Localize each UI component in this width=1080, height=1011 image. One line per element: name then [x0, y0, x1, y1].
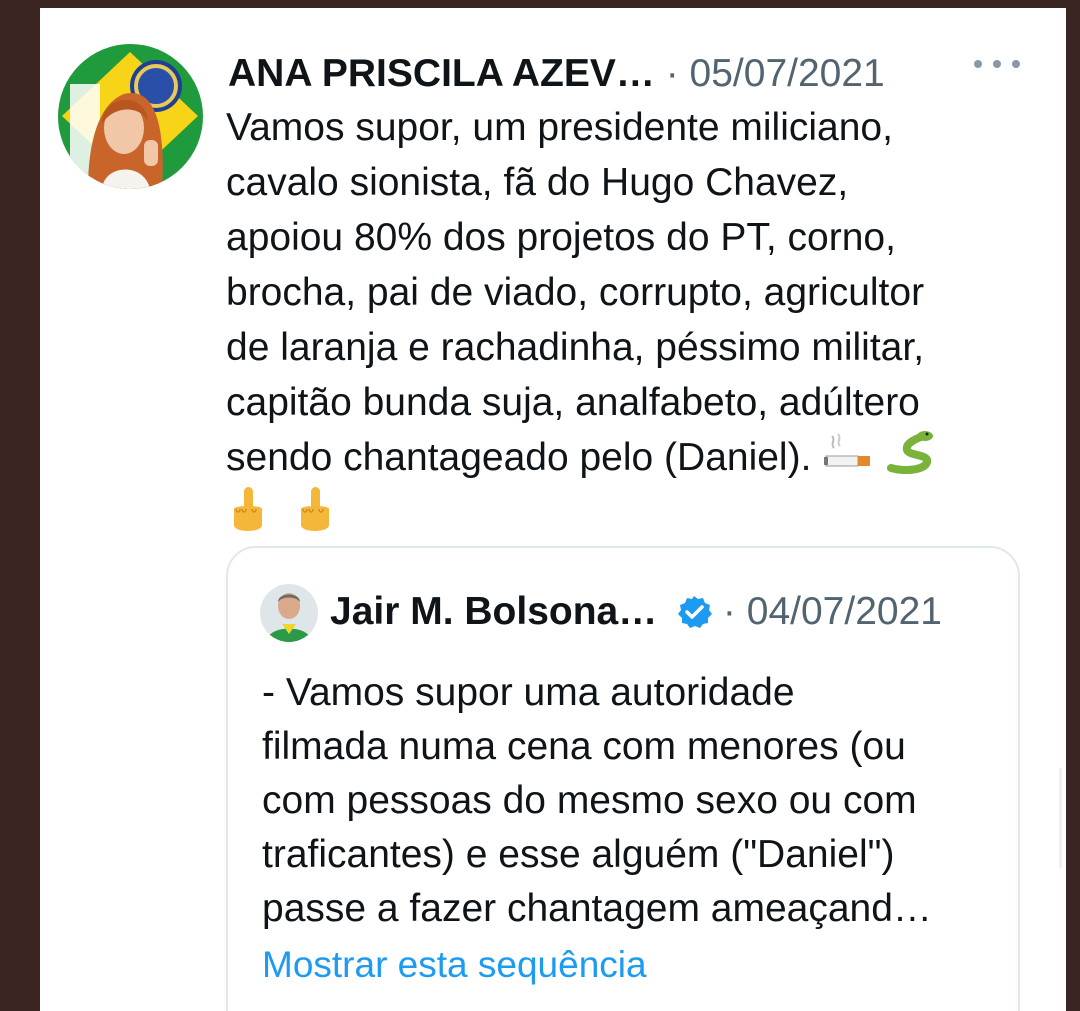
author-name[interactable]: ANA PRISCILA AZEV…: [228, 52, 655, 95]
middle-finger-icon: [226, 485, 270, 552]
tweet-text: Vamos supor, um presidente miliciano, ca…: [226, 100, 1046, 540]
tweet-text-line: apoiou 80% dos projetos do PT, corno,: [226, 216, 896, 259]
tweet-header: ANA PRISCILA AZEV… · 05/07/2021: [228, 46, 1028, 102]
quoted-tweet-date[interactable]: 04/07/2021: [747, 590, 942, 633]
quoted-author-avatar[interactable]: [260, 584, 318, 642]
tweet-text-line: capitão bunda suja, analfabeto, adúltero: [226, 381, 920, 424]
author-avatar[interactable]: [58, 44, 203, 189]
tweet-text-line: de laranja e rachadinha, péssimo militar…: [226, 326, 925, 369]
quoted-text-line: filmada numa cena com menores (ou: [262, 725, 906, 768]
quoted-tweet-text: - Vamos supor uma autoridade filmada num…: [262, 666, 1002, 936]
header-separator: ·: [665, 52, 679, 95]
tweet-text-line-last: sendo chantageado pelo (Daniel).: [226, 430, 1046, 485]
tweet-text-line: sendo chantageado pelo (Daniel).: [226, 436, 812, 479]
tweet-text-line: Vamos supor, um presidente miliciano,: [226, 106, 893, 149]
more-options-icon[interactable]: [974, 52, 1020, 76]
quoted-text-line: com pessoas do mesmo sexo ou com: [262, 779, 917, 822]
tweet-emoji-line: [226, 485, 1046, 540]
quoted-header-separator: ·: [722, 590, 736, 633]
quoted-tweet-header: Jair M. Bolsona… · 04/07/2021: [330, 584, 942, 640]
quoted-tweet-card[interactable]: Jair M. Bolsona… · 04/07/2021 - Vamos su…: [226, 546, 1020, 1011]
quoted-text-line: traficantes) e esse alguém ("Daniel"): [262, 833, 895, 876]
middle-finger-icon: [293, 485, 337, 552]
show-thread-link[interactable]: Mostrar esta sequência: [262, 940, 647, 990]
quoted-author-name[interactable]: Jair M. Bolsona…: [330, 590, 657, 633]
snake-icon: [885, 430, 937, 489]
quoted-text-line: passe a fazer chantagem ameaçand…: [262, 887, 932, 930]
verified-badge-icon: [676, 590, 713, 646]
scrollbar[interactable]: [1059, 768, 1062, 868]
tweet-text-line: cavalo sionista, fã do Hugo Chavez,: [226, 161, 849, 204]
cigarette-icon: [822, 430, 874, 489]
tweet-text-line: brocha, pai de viado, corrupto, agricult…: [226, 271, 925, 314]
tweet-date[interactable]: 05/07/2021: [690, 52, 885, 95]
quoted-text-line: - Vamos supor uma autoridade: [262, 671, 795, 714]
tweet-screenshot: ANA PRISCILA AZEV… · 05/07/2021 Vamos su…: [40, 8, 1066, 1011]
